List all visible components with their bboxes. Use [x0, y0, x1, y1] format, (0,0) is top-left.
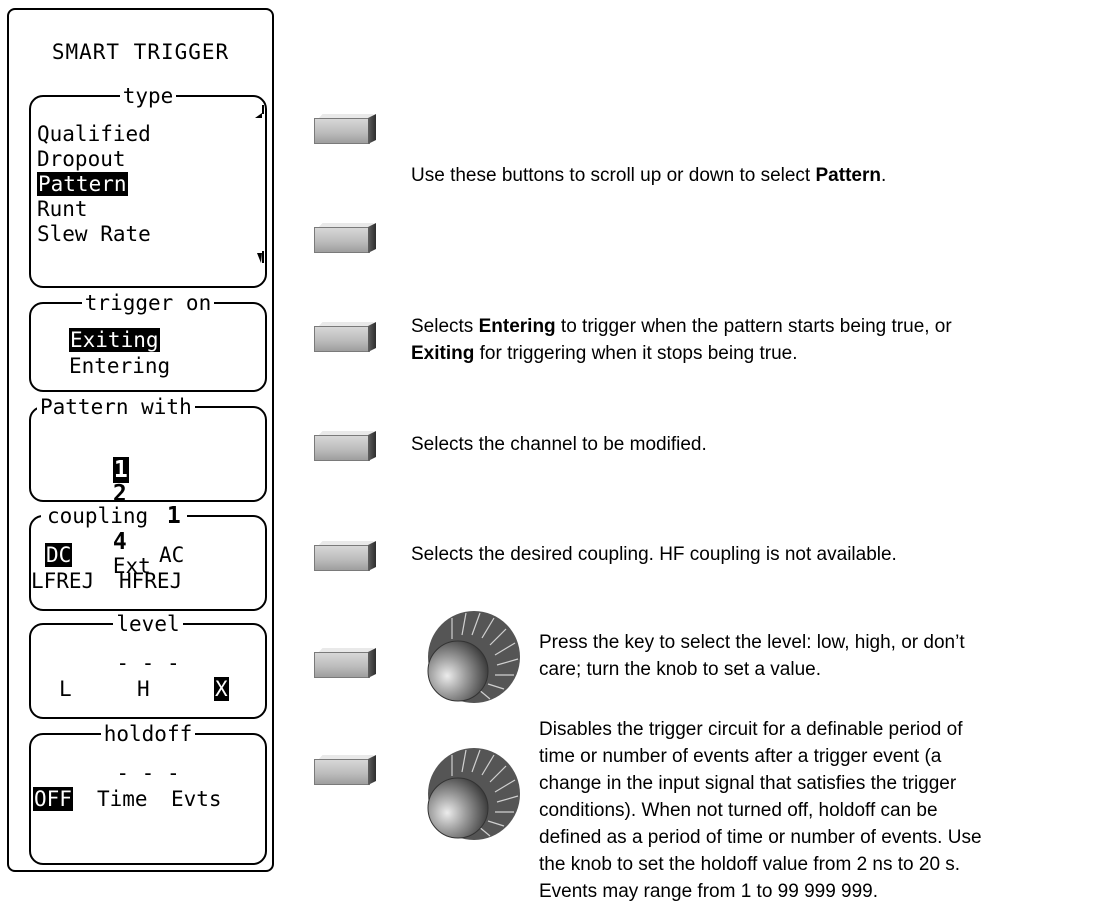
menu-title: SMART TRIGGER	[51, 40, 230, 64]
scroll-up-soft-key[interactable]	[314, 114, 376, 144]
type-group: type Qualified Dropout Pattern Runt Slew…	[29, 84, 267, 288]
coupling-description: Selects the desired coupling. HF couplin…	[411, 544, 897, 565]
level-low[interactable]: L	[59, 677, 72, 701]
scroll-up-icon	[255, 105, 264, 118]
level-group: level - - - L H X	[29, 612, 267, 719]
holdoff-description-line: the knob to set the holdoff value from 2…	[539, 854, 961, 875]
holdoff-group-label: holdoff	[100, 722, 196, 746]
channel-description: Selects the channel to be modified.	[411, 434, 707, 455]
holdoff-description-line: time or number of events after a trigger…	[539, 746, 942, 767]
level-knob-icon[interactable]	[420, 605, 524, 709]
holdoff-description-line: conditions). When not turned off, holdof…	[539, 800, 938, 821]
pattern-with-group-label: Pattern with	[37, 395, 195, 419]
holdoff-time[interactable]: Time	[97, 787, 148, 811]
coupling-group: coupling 1 DC AC LFREJ HFREJ	[29, 503, 267, 611]
coupling-hfrej[interactable]: HFREJ	[119, 569, 182, 593]
coupling-channel: 1	[163, 503, 184, 529]
level-description-line: care; turn the knob to set a value.	[539, 659, 822, 680]
trigger-on-exiting[interactable]: Exiting	[69, 328, 160, 352]
coupling-dc-label: DC	[45, 543, 73, 567]
level-dont-care[interactable]: X	[214, 677, 229, 701]
scroll-description-bold: Pattern	[815, 165, 881, 186]
scroll-down-icon	[257, 251, 264, 263]
coupling-group-label: coupling	[44, 504, 152, 528]
coupling-dc[interactable]: DC	[45, 543, 73, 567]
scroll-description-text: Use these buttons to scroll up or down t…	[411, 165, 816, 186]
holdoff-knob-icon[interactable]	[420, 742, 524, 846]
holdoff-value: - - -	[116, 761, 180, 785]
holdoff-events[interactable]: Evts	[171, 787, 222, 811]
holdoff-description-line: defined as a period of time or number of…	[539, 827, 982, 848]
holdoff-description: Disables the trigger circuit for a defin…	[539, 716, 982, 905]
trigger-on-description-line-2: Exiting for triggering when it stops bei…	[411, 340, 1111, 367]
level-value: - - -	[116, 651, 180, 675]
pattern-with-soft-key[interactable]	[314, 431, 376, 461]
trigger-on-desc-mid: to trigger when the pattern starts being…	[555, 316, 952, 337]
holdoff-group: holdoff - - - OFF Time Evts	[29, 722, 267, 865]
level-group-label: level	[113, 612, 183, 636]
trigger-on-desc-exiting: Exiting	[411, 343, 475, 364]
holdoff-off[interactable]: OFF	[33, 787, 73, 811]
type-item-pattern-label: Pattern	[37, 172, 128, 196]
coupling-lfrej[interactable]: LFREJ	[31, 569, 94, 593]
holdoff-description-line: Disables the trigger circuit for a defin…	[539, 719, 963, 740]
level-high[interactable]: H	[137, 677, 150, 701]
pattern-channel-1[interactable]: 1	[112, 457, 129, 483]
pattern-with-group: Pattern with 1 2 3 4 Ext	[29, 395, 267, 578]
level-description-line: Press the key to select the level: low, …	[539, 632, 965, 653]
trigger-on-soft-key[interactable]	[314, 322, 376, 352]
type-group-label: type	[119, 84, 177, 108]
type-item-slew-rate[interactable]: Slew Rate	[37, 222, 151, 246]
level-soft-key[interactable]	[314, 648, 376, 678]
scroll-down-soft-key[interactable]	[314, 223, 376, 253]
type-item-qualified[interactable]: Qualified	[37, 122, 151, 146]
scroll-description: Use these buttons to scroll up or down t…	[411, 162, 886, 189]
holdoff-description-line: Events may range from 1 to 99 999 999.	[539, 881, 879, 902]
smart-trigger-menu: SMART TRIGGER type Qualified Dropout Pat…	[7, 8, 274, 872]
trigger-on-group: trigger on Exiting Entering	[29, 291, 267, 392]
trigger-on-entering[interactable]: Entering	[69, 354, 170, 378]
holdoff-soft-key[interactable]	[314, 755, 376, 785]
level-description: Press the key to select the level: low, …	[539, 629, 965, 683]
trigger-on-desc-pre: Selects	[411, 316, 479, 337]
holdoff-description-line: change in the input signal that satisfie…	[539, 773, 957, 794]
trigger-on-exiting-label: Exiting	[69, 328, 160, 352]
scroll-description-end: .	[880, 165, 887, 186]
trigger-on-desc-entering: Entering	[478, 316, 556, 337]
trigger-on-desc-post: for triggering when it stops being true.	[474, 343, 798, 364]
holdoff-off-label: OFF	[33, 787, 73, 811]
coupling-soft-key[interactable]	[314, 541, 376, 571]
trigger-on-group-label: trigger on	[81, 291, 215, 315]
level-dont-care-label: X	[214, 677, 229, 701]
coupling-ac[interactable]: AC	[159, 543, 184, 567]
type-item-runt[interactable]: Runt	[37, 197, 88, 221]
type-item-dropout[interactable]: Dropout	[37, 147, 126, 171]
trigger-on-description: Selects Entering to trigger when the pat…	[411, 313, 1111, 367]
type-item-pattern[interactable]: Pattern	[37, 172, 128, 196]
trigger-on-description-line-1: Selects Entering to trigger when the pat…	[411, 313, 1111, 340]
